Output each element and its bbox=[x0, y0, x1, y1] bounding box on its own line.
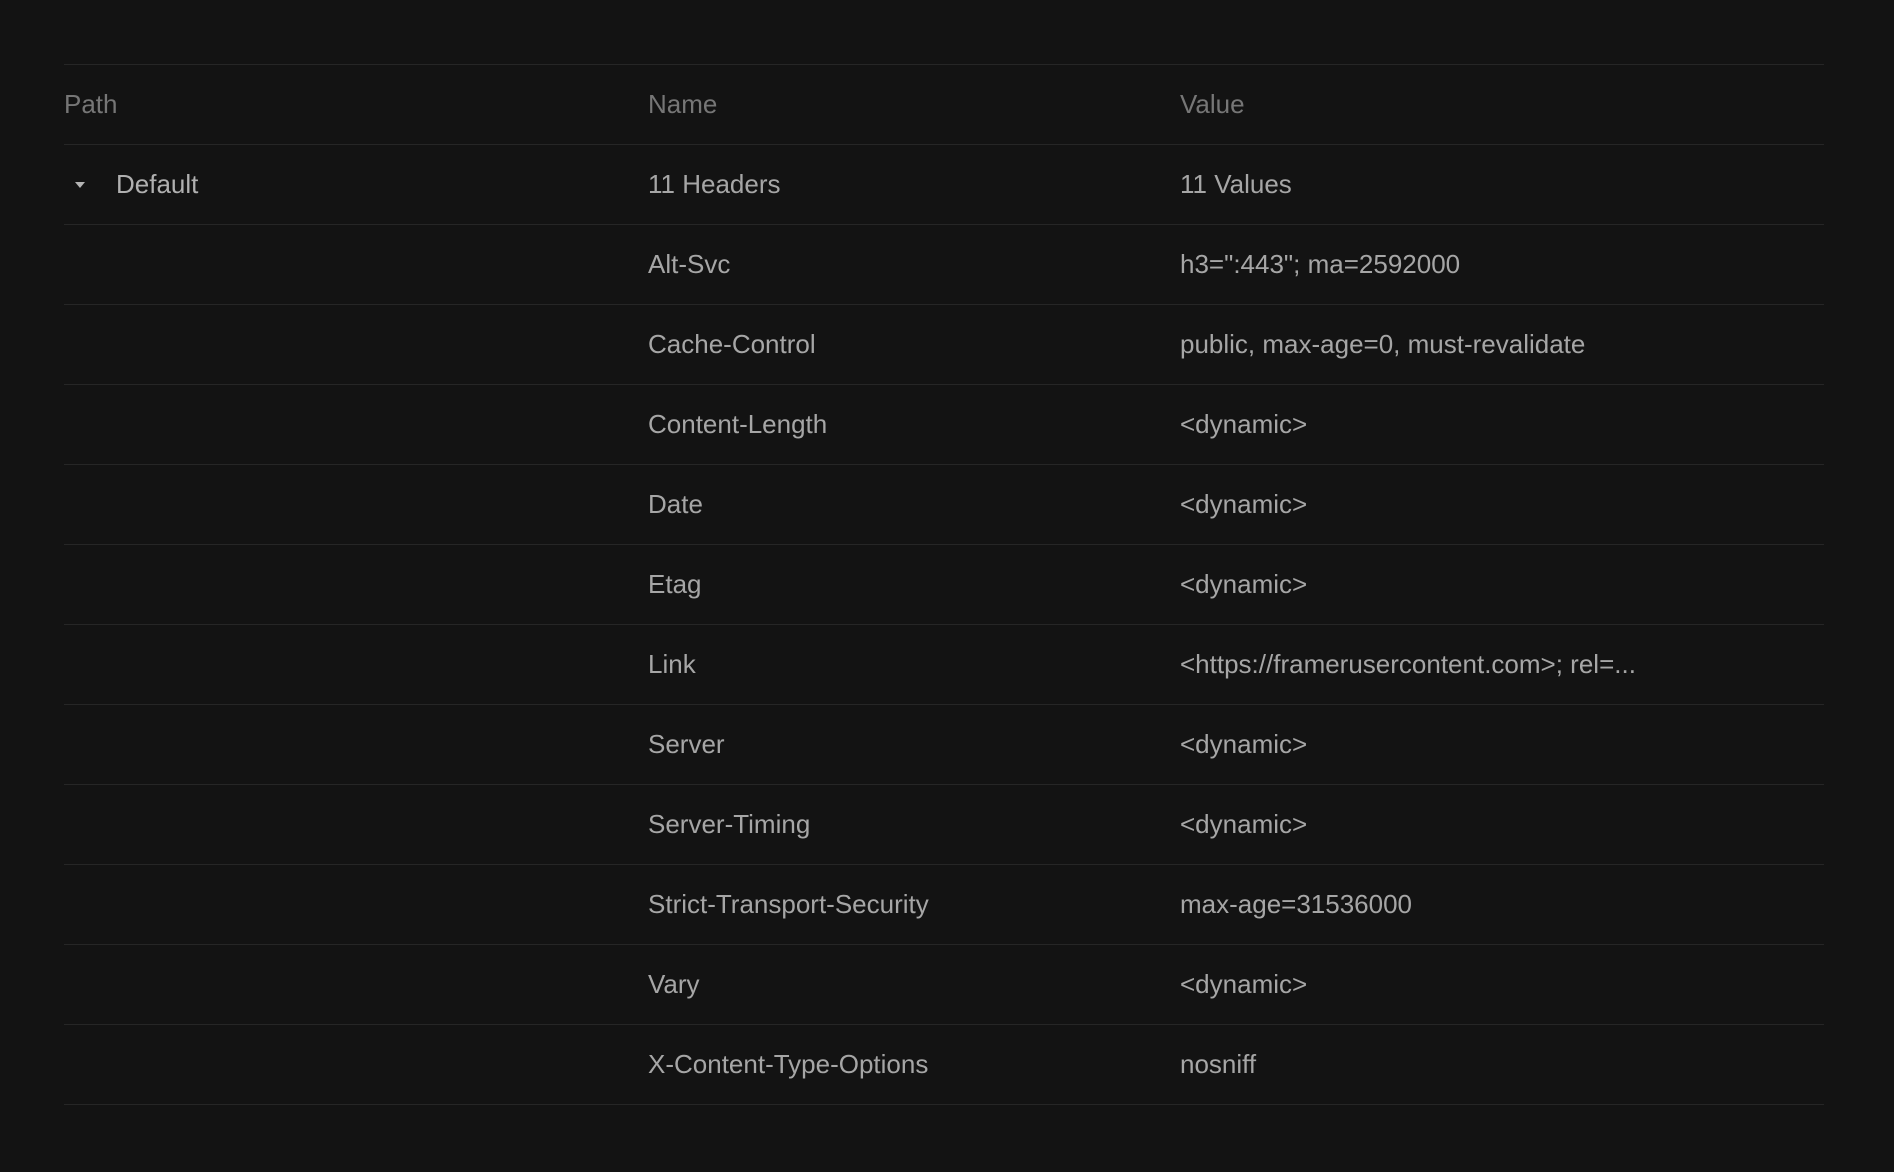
table-row[interactable]: X-Content-Type-Options nosniff bbox=[64, 1025, 1824, 1105]
column-header-value: Value bbox=[1180, 89, 1245, 119]
header-value: <dynamic> bbox=[1180, 969, 1308, 999]
table-row[interactable]: Date <dynamic> bbox=[64, 465, 1824, 545]
table-row[interactable]: Cache-Control public, max-age=0, must-re… bbox=[64, 305, 1824, 385]
header-name: Date bbox=[648, 489, 703, 519]
header-value: nosniff bbox=[1180, 1049, 1257, 1079]
column-header-name: Name bbox=[648, 89, 718, 119]
header-name: Vary bbox=[648, 969, 700, 999]
table-row[interactable]: Vary <dynamic> bbox=[64, 945, 1824, 1025]
table-row[interactable]: Alt-Svc h3=":443"; ma=2592000 bbox=[64, 225, 1824, 305]
header-name: Link bbox=[648, 649, 696, 679]
header-name: Cache-Control bbox=[648, 329, 816, 359]
header-name: Alt-Svc bbox=[648, 249, 731, 279]
table-row[interactable]: Content-Length <dynamic> bbox=[64, 385, 1824, 465]
table-row[interactable]: Link <https://framerusercontent.com>; re… bbox=[64, 625, 1824, 705]
header-name: Etag bbox=[648, 569, 702, 599]
header-name: X-Content-Type-Options bbox=[648, 1049, 929, 1079]
table-row[interactable]: Server <dynamic> bbox=[64, 705, 1824, 785]
group-value-summary: 11 Values bbox=[1180, 169, 1292, 199]
group-label: Default bbox=[116, 169, 199, 199]
header-value: <dynamic> bbox=[1180, 489, 1308, 519]
header-value: <dynamic> bbox=[1180, 809, 1308, 839]
table-row[interactable]: Etag <dynamic> bbox=[64, 545, 1824, 625]
column-header-path: Path bbox=[64, 89, 118, 119]
caret-down-icon[interactable] bbox=[64, 175, 96, 195]
header-name: Content-Length bbox=[648, 409, 828, 439]
header-value: <dynamic> bbox=[1180, 729, 1308, 759]
group-row-default[interactable]: Default 11 Headers 11 Values bbox=[64, 145, 1824, 225]
table-row[interactable]: Strict-Transport-Security max-age=315360… bbox=[64, 865, 1824, 945]
header-name: Strict-Transport-Security bbox=[648, 889, 929, 919]
header-value: public, max-age=0, must-revalidate bbox=[1180, 329, 1586, 359]
header-value: <dynamic> bbox=[1180, 409, 1308, 439]
headers-table: Path Name Value Default 11 Headers 11 Va… bbox=[64, 64, 1824, 1105]
header-value: max-age=31536000 bbox=[1180, 889, 1413, 919]
header-value: h3=":443"; ma=2592000 bbox=[1180, 249, 1461, 279]
header-value: <https://framerusercontent.com>; rel=... bbox=[1180, 649, 1636, 679]
group-path-cell: Default bbox=[64, 169, 648, 200]
table-row[interactable]: Server-Timing <dynamic> bbox=[64, 785, 1824, 865]
group-name-summary: 11 Headers bbox=[648, 169, 781, 199]
header-name: Server bbox=[648, 729, 725, 759]
header-value: <dynamic> bbox=[1180, 569, 1308, 599]
table-header-row: Path Name Value bbox=[64, 65, 1824, 145]
header-name: Server-Timing bbox=[648, 809, 811, 839]
